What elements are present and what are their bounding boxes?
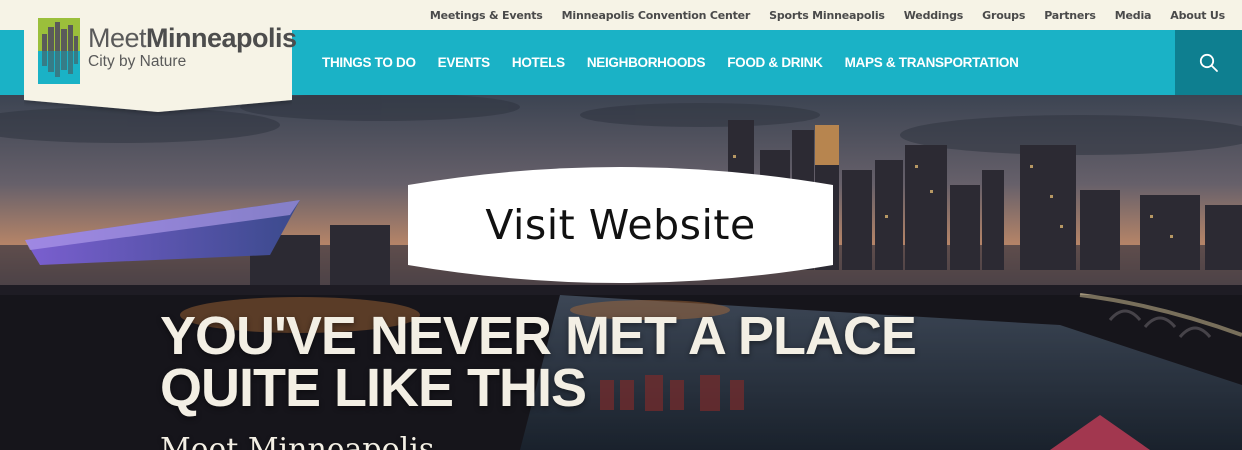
- logo-tagline: City by Nature: [88, 53, 187, 70]
- utility-link-sports[interactable]: Sports Minneapolis: [769, 9, 885, 22]
- search-icon: [1199, 53, 1218, 72]
- utility-link-media[interactable]: Media: [1115, 9, 1152, 22]
- nav-item-food-drink[interactable]: FOOD & DRINK: [727, 55, 823, 70]
- logo-name: MeetMinneapolis: [88, 24, 297, 52]
- site-logo[interactable]: MeetMinneapolis City by Nature: [24, 0, 297, 116]
- utility-link-groups[interactable]: Groups: [982, 9, 1025, 22]
- hero-headline: YOU'VE NEVER MET A PLACE QUITE LIKE THIS: [160, 306, 917, 418]
- utility-link-partners[interactable]: Partners: [1044, 9, 1096, 22]
- hero-headline-line-2: QUITE LIKE THIS: [160, 358, 587, 418]
- nav-item-maps-transportation[interactable]: MAPS & TRANSPORTATION: [845, 55, 1019, 70]
- visit-website-label: Visit Website: [485, 201, 756, 249]
- skyline-logo-icon: [38, 18, 80, 84]
- utility-link-convention-center[interactable]: Minneapolis Convention Center: [562, 9, 751, 22]
- nav-item-neighborhoods[interactable]: NEIGHBORHOODS: [587, 55, 706, 70]
- main-nav-items: THINGS TO DO EVENTS HOTELS NEIGHBORHOODS…: [322, 30, 1019, 95]
- nav-item-things-to-do[interactable]: THINGS TO DO: [322, 55, 416, 70]
- search-button[interactable]: [1175, 30, 1242, 95]
- nav-item-events[interactable]: EVENTS: [438, 55, 491, 70]
- visit-website-button[interactable]: Visit Website: [408, 161, 833, 289]
- logo-name-bold: Minneapolis: [146, 23, 297, 53]
- utility-link-weddings[interactable]: Weddings: [904, 9, 964, 22]
- hero-headline-line-1: YOU'VE NEVER MET A PLACE: [160, 306, 917, 366]
- logo-wordmark: MeetMinneapolis City by Nature: [88, 24, 297, 71]
- utility-link-meetings[interactable]: Meetings & Events: [430, 9, 543, 22]
- utility-link-about-us[interactable]: About Us: [1170, 9, 1225, 22]
- logo-name-light: Meet: [88, 23, 147, 53]
- hero-subheading: Meet Minneapolis: [160, 432, 435, 450]
- nav-item-hotels[interactable]: HOTELS: [512, 55, 565, 70]
